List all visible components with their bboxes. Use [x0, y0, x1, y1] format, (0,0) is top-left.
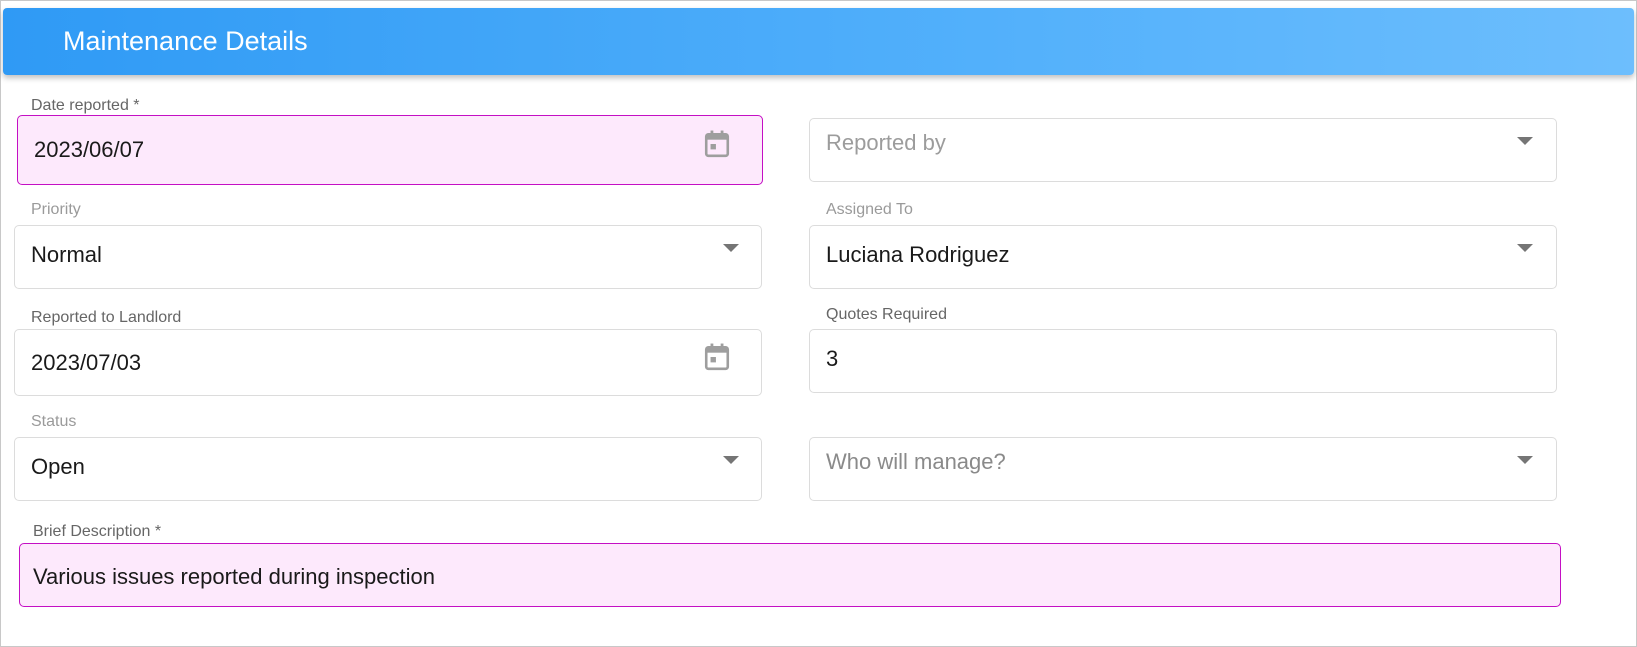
quotes-required-input[interactable]: 3 — [809, 329, 1557, 393]
chevron-down-icon[interactable] — [723, 456, 739, 464]
status-select[interactable]: Open — [14, 437, 762, 501]
date-reported-field[interactable]: 2023/06/07 — [17, 115, 763, 185]
quotes-required-label: Quotes Required — [824, 306, 949, 324]
calendar-icon[interactable] — [704, 343, 730, 371]
date-reported-value: 2023/06/07 — [34, 137, 145, 162]
maintenance-details-panel: Maintenance Details 2023/06/07 Date repo… — [0, 0, 1637, 647]
who-will-manage-placeholder: Who will manage? — [826, 449, 1006, 474]
brief-description-label: Brief Description * — [31, 523, 164, 541]
assigned-to-label: Assigned To — [824, 201, 915, 219]
reported-to-landlord-field[interactable]: 2023/07/03 — [14, 329, 762, 396]
calendar-icon[interactable] — [704, 130, 730, 158]
status-label: Status — [29, 413, 79, 431]
section-header: Maintenance Details — [3, 8, 1634, 75]
who-will-manage-select[interactable]: Who will manage? — [809, 437, 1557, 501]
brief-description-value: Various issues reported during inspectio… — [33, 564, 435, 589]
section-title: Maintenance Details — [63, 26, 308, 56]
chevron-down-icon[interactable] — [723, 244, 739, 252]
assigned-to-select[interactable]: Luciana Rodriguez — [809, 225, 1557, 289]
assigned-to-value: Luciana Rodriguez — [826, 242, 1010, 267]
reported-to-landlord-label: Reported to Landlord — [29, 309, 184, 327]
priority-label: Priority — [29, 201, 83, 219]
priority-value: Normal — [31, 242, 102, 267]
reported-by-select[interactable]: Reported by — [809, 118, 1557, 182]
chevron-down-icon[interactable] — [1517, 244, 1533, 252]
priority-select[interactable]: Normal — [14, 225, 762, 289]
chevron-down-icon[interactable] — [1517, 137, 1533, 145]
quotes-required-value: 3 — [826, 346, 839, 371]
reported-to-landlord-value: 2023/07/03 — [31, 350, 142, 375]
brief-description-input[interactable]: Various issues reported during inspectio… — [19, 543, 1561, 607]
status-value: Open — [31, 454, 85, 479]
chevron-down-icon[interactable] — [1517, 456, 1533, 464]
date-reported-label: Date reported * — [29, 97, 142, 115]
reported-by-placeholder: Reported by — [826, 130, 946, 155]
